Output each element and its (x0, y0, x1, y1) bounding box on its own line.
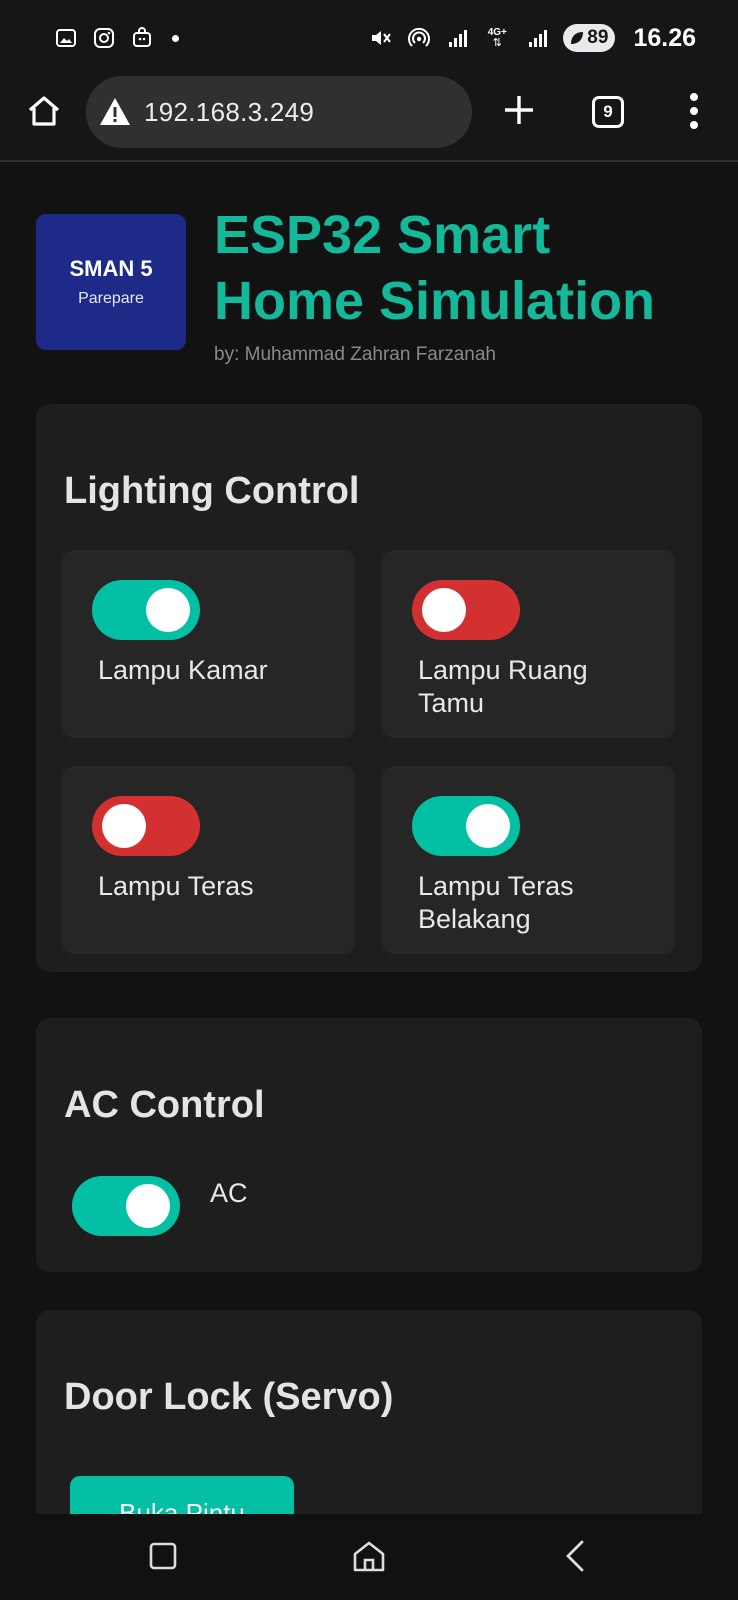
light-label: Lampu Kamar (98, 655, 268, 685)
mute-icon (369, 26, 393, 50)
status-right-icons: 4G+ ⇅ 89 16.26 (369, 24, 696, 53)
android-nav-bar (0, 1514, 738, 1600)
toggle-switch-ac[interactable] (72, 1176, 180, 1236)
bag-icon (130, 26, 154, 50)
light-tile-lampu-ruang-tamu: Lampu Ruang Tamu (382, 550, 675, 738)
author-byline: by: Muhammad Zahran Farzanah (214, 344, 496, 365)
light-tile-lampu-teras: Lampu Teras (62, 766, 355, 954)
address-bar[interactable]: 192.168.3.249 (86, 76, 472, 148)
ac-control-card: AC Control AC (36, 1018, 702, 1272)
battery-indicator: 89 (563, 24, 616, 52)
recents-icon[interactable] (143, 1536, 183, 1576)
home-nav-icon[interactable] (349, 1536, 389, 1576)
clock: 16.26 (633, 23, 696, 52)
more-menu-icon[interactable] (684, 92, 704, 130)
toggle-switch-lampu-teras[interactable] (92, 796, 200, 856)
open-door-button[interactable]: Buka Pintu (70, 1476, 294, 1514)
web-page: SMAN 5 Parepare ESP32 Smart Home Simulat… (0, 162, 738, 1514)
light-label: Lampu Teras Belakang (418, 871, 574, 934)
school-logo: SMAN 5 Parepare (36, 214, 186, 350)
door-lock-card: Door Lock (Servo) Buka Pintu (36, 1310, 702, 1514)
home-icon[interactable] (26, 93, 62, 129)
network-type-icon: 4G+ ⇅ (487, 27, 507, 49)
toggle-switch-lampu-kamar[interactable] (92, 580, 200, 640)
instagram-icon (92, 26, 116, 50)
tab-count: 9 (603, 102, 613, 121)
toggle-switch-lampu-teras-belakang[interactable] (412, 796, 520, 856)
light-label: Lampu Ruang Tamu (418, 655, 588, 718)
page-title: ESP32 Smart Home Simulation (214, 205, 656, 331)
light-tile-lampu-kamar: Lampu Kamar (62, 550, 355, 738)
logo-title: SMAN 5 (69, 256, 153, 281)
signal-icon (445, 26, 469, 50)
logo-subtitle: Parepare (78, 290, 144, 307)
browser-toolbar: 192.168.3.249 9 (0, 76, 738, 162)
status-left-icons (54, 26, 179, 50)
battery-saver-icon (571, 32, 584, 44)
new-tab-icon[interactable] (501, 92, 537, 128)
light-label: Lampu Teras (98, 871, 254, 901)
section-title: Door Lock (Servo) (64, 1376, 394, 1418)
hotspot-icon (407, 26, 431, 50)
signal-icon (525, 26, 549, 50)
tab-switcher-button[interactable]: 9 (592, 96, 624, 128)
back-icon[interactable] (556, 1536, 596, 1576)
section-title: AC Control (64, 1084, 265, 1126)
status-bar: 4G+ ⇅ 89 16.26 (0, 0, 738, 76)
light-tile-lampu-teras-belakang: Lampu Teras Belakang (382, 766, 675, 954)
gallery-icon (54, 26, 78, 50)
ac-label: AC (210, 1178, 248, 1208)
not-secure-warning-icon[interactable] (98, 95, 132, 129)
section-title: Lighting Control (64, 470, 360, 512)
page-header: SMAN 5 Parepare ESP32 Smart Home Simulat… (36, 205, 706, 374)
notification-dot (172, 34, 179, 42)
url-text[interactable]: 192.168.3.249 (144, 97, 314, 128)
toggle-switch-lampu-ruang-tamu[interactable] (412, 580, 520, 640)
battery-level: 89 (587, 27, 609, 48)
lighting-control-card: Lighting Control Lampu Kamar Lampu Ruang… (36, 404, 702, 972)
